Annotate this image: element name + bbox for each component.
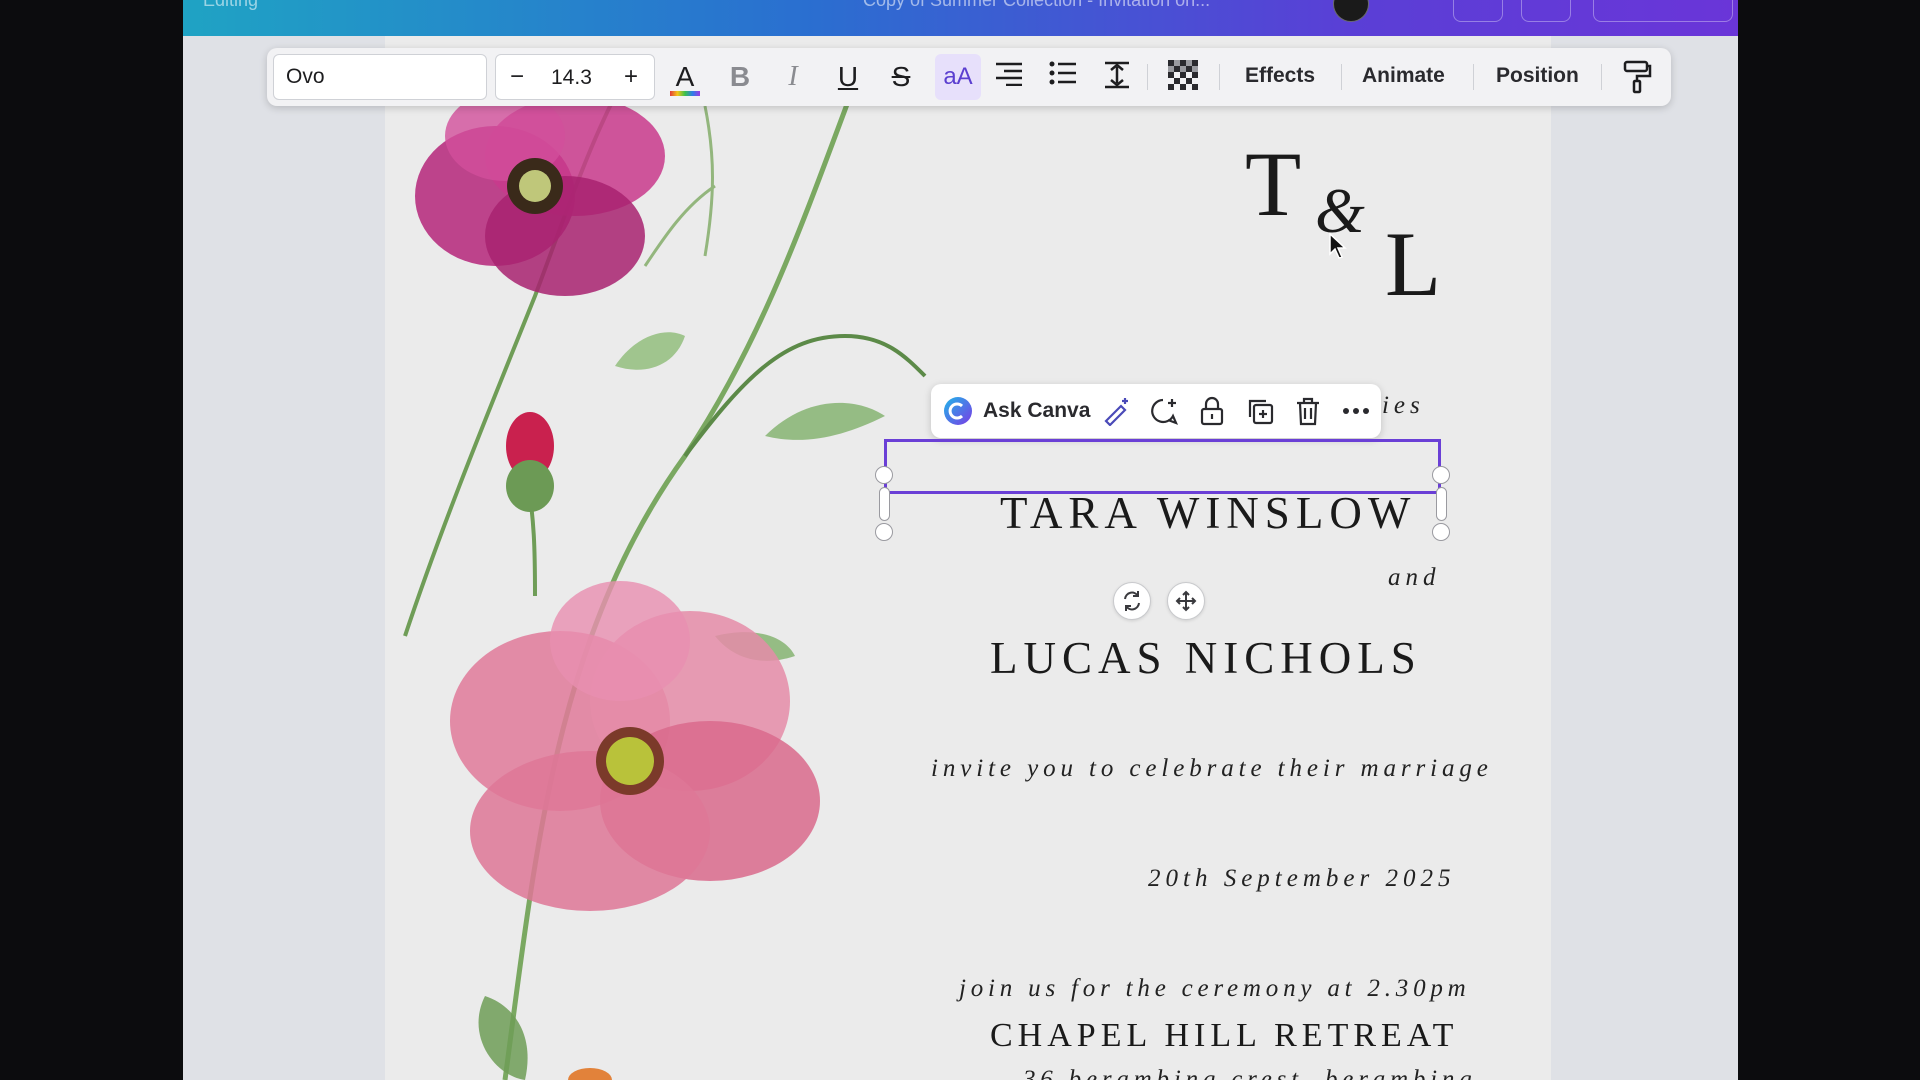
spacing-button[interactable]: [1099, 60, 1135, 94]
analytics-button[interactable]: [1453, 0, 1503, 22]
bold-button[interactable]: B: [722, 60, 758, 94]
resize-handle-bottom-right[interactable]: [1432, 523, 1450, 541]
bullet-list-icon: [1049, 61, 1076, 85]
avatar[interactable]: [1333, 0, 1369, 22]
move-icon: [1175, 590, 1197, 612]
bride-name[interactable]: TARA WINSLOW: [1000, 487, 1416, 539]
animate-button[interactable]: Animate: [1362, 64, 1445, 88]
text-formatting-toolbar: Ovo − 14.3 + A B I U S aA Effects Animat…: [267, 48, 1671, 106]
effects-button[interactable]: Effects: [1245, 64, 1315, 88]
resize-handle-left[interactable]: [879, 487, 890, 521]
position-button[interactable]: Position: [1496, 64, 1579, 88]
ceremony-time[interactable]: join us for the ceremony at 2.30pm: [959, 975, 1471, 1003]
align-right-icon: [996, 62, 1022, 87]
more-options-icon[interactable]: [1341, 396, 1371, 426]
venue-address[interactable]: 36 berambing crest, berambing: [1023, 1066, 1477, 1080]
editing-status[interactable]: Editing: [203, 0, 258, 11]
strikethrough-button[interactable]: S: [883, 60, 919, 94]
italic-button[interactable]: I: [775, 60, 811, 94]
element-context-menu: Ask Canva: [931, 384, 1381, 438]
editor-canvas: Editing Copy of Summer Collection - Invi…: [183, 0, 1738, 1080]
letter-case-button[interactable]: aA: [935, 54, 981, 100]
underline-button[interactable]: U: [830, 60, 866, 94]
rotate-button[interactable]: [1113, 582, 1151, 620]
document-title[interactable]: Copy of Summer Collection - Invitation o…: [863, 0, 1210, 11]
resize-handle-bottom-left[interactable]: [875, 523, 893, 541]
rotate-icon: [1124, 591, 1140, 611]
list-button[interactable]: [1045, 60, 1081, 94]
wedding-date[interactable]: 20th September 2025: [1148, 865, 1455, 893]
ask-canva-button[interactable]: Ask Canva: [983, 399, 1090, 423]
mouse-cursor-icon: [1329, 232, 1347, 259]
font-size-stepper[interactable]: − 14.3 +: [495, 54, 655, 100]
lock-icon[interactable]: [1197, 396, 1227, 426]
move-button[interactable]: [1167, 582, 1205, 620]
add-comment-icon[interactable]: [1149, 396, 1179, 426]
duplicate-icon[interactable]: [1245, 396, 1275, 426]
resize-handle-right[interactable]: [1436, 487, 1447, 521]
top-menu-bar: Editing Copy of Summer Collection - Invi…: [183, 0, 1738, 36]
line-spacing-icon: [1105, 61, 1129, 89]
selected-text-box[interactable]: [884, 439, 1441, 494]
floral-illustration[interactable]: [385, 36, 945, 1080]
transparency-icon: [1168, 60, 1198, 90]
monogram-first-letter[interactable]: T: [1245, 131, 1301, 237]
magic-edit-icon[interactable]: [1101, 396, 1131, 426]
resize-handle-top-right[interactable]: [1432, 466, 1450, 484]
ask-canva-logo-icon: [944, 397, 972, 425]
text-color-icon: A: [675, 61, 695, 92]
print-button[interactable]: [1593, 0, 1733, 22]
transparency-button[interactable]: [1165, 60, 1201, 94]
align-right-button[interactable]: [991, 60, 1027, 94]
connector-and[interactable]: and: [1388, 564, 1441, 592]
text-color-button[interactable]: A: [667, 60, 703, 96]
paint-roller-icon: [1623, 60, 1652, 94]
decrease-font-size-button[interactable]: −: [510, 63, 524, 91]
monogram-second-letter[interactable]: L: [1385, 211, 1441, 317]
groom-name[interactable]: LUCAS NICHOLS: [990, 632, 1422, 684]
resize-handle-top-left[interactable]: [875, 466, 893, 484]
font-family-dropdown[interactable]: Ovo: [273, 54, 487, 100]
comments-button[interactable]: [1521, 0, 1571, 22]
increase-font-size-button[interactable]: +: [624, 63, 638, 91]
trash-icon[interactable]: [1293, 396, 1323, 426]
copy-style-button[interactable]: [1619, 60, 1655, 94]
venue-name[interactable]: CHAPEL HILL RETREAT: [990, 1017, 1458, 1055]
font-size-value[interactable]: 14.3: [551, 66, 592, 90]
invitation-page[interactable]: T & L lies TARA WINSLOW and LUCAS NICHOL…: [385, 36, 1551, 1080]
invite-line[interactable]: invite you to celebrate their marriage: [931, 755, 1493, 783]
